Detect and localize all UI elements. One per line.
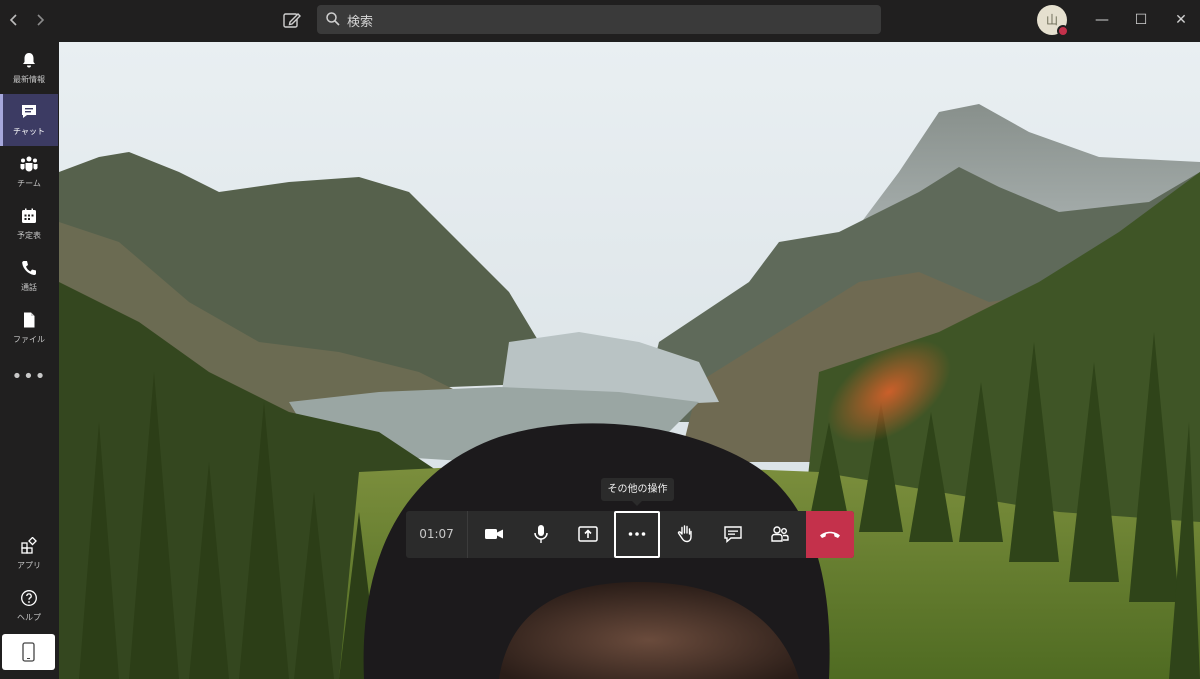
- hang-up-icon: [820, 531, 840, 538]
- teams-icon: [20, 156, 38, 172]
- file-icon: [24, 312, 35, 328]
- more-actions-tooltip: その他の操作: [601, 478, 674, 506]
- microphone-icon: [534, 525, 548, 543]
- rail-label: 予定表: [17, 231, 41, 240]
- participants-button[interactable]: [757, 511, 803, 558]
- share-screen-icon: [578, 526, 598, 542]
- rail-item-help[interactable]: ヘルプ: [0, 580, 58, 632]
- microphone-button[interactable]: [518, 511, 564, 558]
- phone-icon: [22, 261, 36, 276]
- close-button[interactable]: ✕: [1169, 8, 1193, 32]
- raise-hand-button[interactable]: [663, 511, 709, 558]
- teams-window: 検索 山 — ☐ ✕ 最新情報 チャット チーム 予定表 通話 ファイル •••…: [0, 0, 1200, 679]
- compose-icon: [283, 13, 301, 28]
- chevron-left-icon: [9, 14, 17, 26]
- rail-label: チャット: [13, 127, 45, 136]
- chat-icon: [22, 105, 36, 118]
- rail-item-apps[interactable]: アプリ: [0, 528, 58, 580]
- app-bar: 最新情報 チャット チーム 予定表 通話 ファイル ••• アプリ ヘルプ: [0, 40, 58, 679]
- camera-button[interactable]: [471, 511, 517, 558]
- presence-busy-icon: [1057, 25, 1069, 37]
- more-icon: [628, 532, 646, 536]
- rail-more-button[interactable]: •••: [0, 366, 58, 390]
- maximize-button[interactable]: ☐: [1129, 8, 1153, 32]
- rail-item-files[interactable]: ファイル: [0, 302, 58, 354]
- chevron-right-icon: [37, 14, 45, 26]
- rail-label: チーム: [17, 179, 41, 188]
- rail-item-calendar[interactable]: 予定表: [0, 198, 58, 250]
- more-actions-button[interactable]: [614, 511, 660, 558]
- share-screen-button[interactable]: [565, 511, 611, 558]
- new-chat-button[interactable]: [281, 9, 303, 31]
- search-icon: [326, 12, 340, 26]
- raise-hand-icon: [677, 525, 692, 543]
- mobile-icon: [22, 642, 35, 662]
- rail-label: 通話: [21, 283, 37, 292]
- rail-label: アプリ: [17, 561, 41, 570]
- hang-up-button[interactable]: [806, 511, 854, 558]
- search-placeholder: 検索: [347, 15, 374, 30]
- video-stage: その他の操作 01:07: [59, 42, 1200, 679]
- background-landscape-image: [59, 42, 1200, 679]
- rail-label: ヘルプ: [17, 613, 41, 622]
- title-bar: 検索 山 — ☐ ✕: [0, 0, 1200, 40]
- bell-icon: [23, 53, 35, 68]
- rail-item-chat[interactable]: チャット: [0, 94, 58, 146]
- rail-item-calls[interactable]: 通話: [0, 250, 58, 302]
- call-timer: 01:07: [406, 511, 468, 558]
- rail-label: ファイル: [13, 335, 45, 344]
- back-button[interactable]: [4, 10, 24, 30]
- forward-button[interactable]: [30, 10, 50, 30]
- avatar[interactable]: 山: [1037, 5, 1069, 37]
- participants-icon: [771, 526, 789, 542]
- chat-button[interactable]: [710, 511, 756, 558]
- rail-label: 最新情報: [13, 75, 45, 84]
- minimize-button[interactable]: —: [1090, 8, 1114, 32]
- search-box[interactable]: 検索: [317, 5, 881, 34]
- rail-item-teams[interactable]: チーム: [0, 146, 58, 198]
- chat-icon: [724, 526, 742, 544]
- call-controls: 01:07: [406, 511, 854, 558]
- camera-icon: [485, 529, 503, 539]
- apps-icon: [21, 536, 37, 554]
- help-icon: [21, 590, 37, 606]
- avatar-initial: 山: [1045, 13, 1058, 27]
- calendar-icon: [22, 208, 36, 223]
- rail-item-activity[interactable]: 最新情報: [0, 42, 58, 94]
- download-mobile-button[interactable]: [2, 634, 55, 670]
